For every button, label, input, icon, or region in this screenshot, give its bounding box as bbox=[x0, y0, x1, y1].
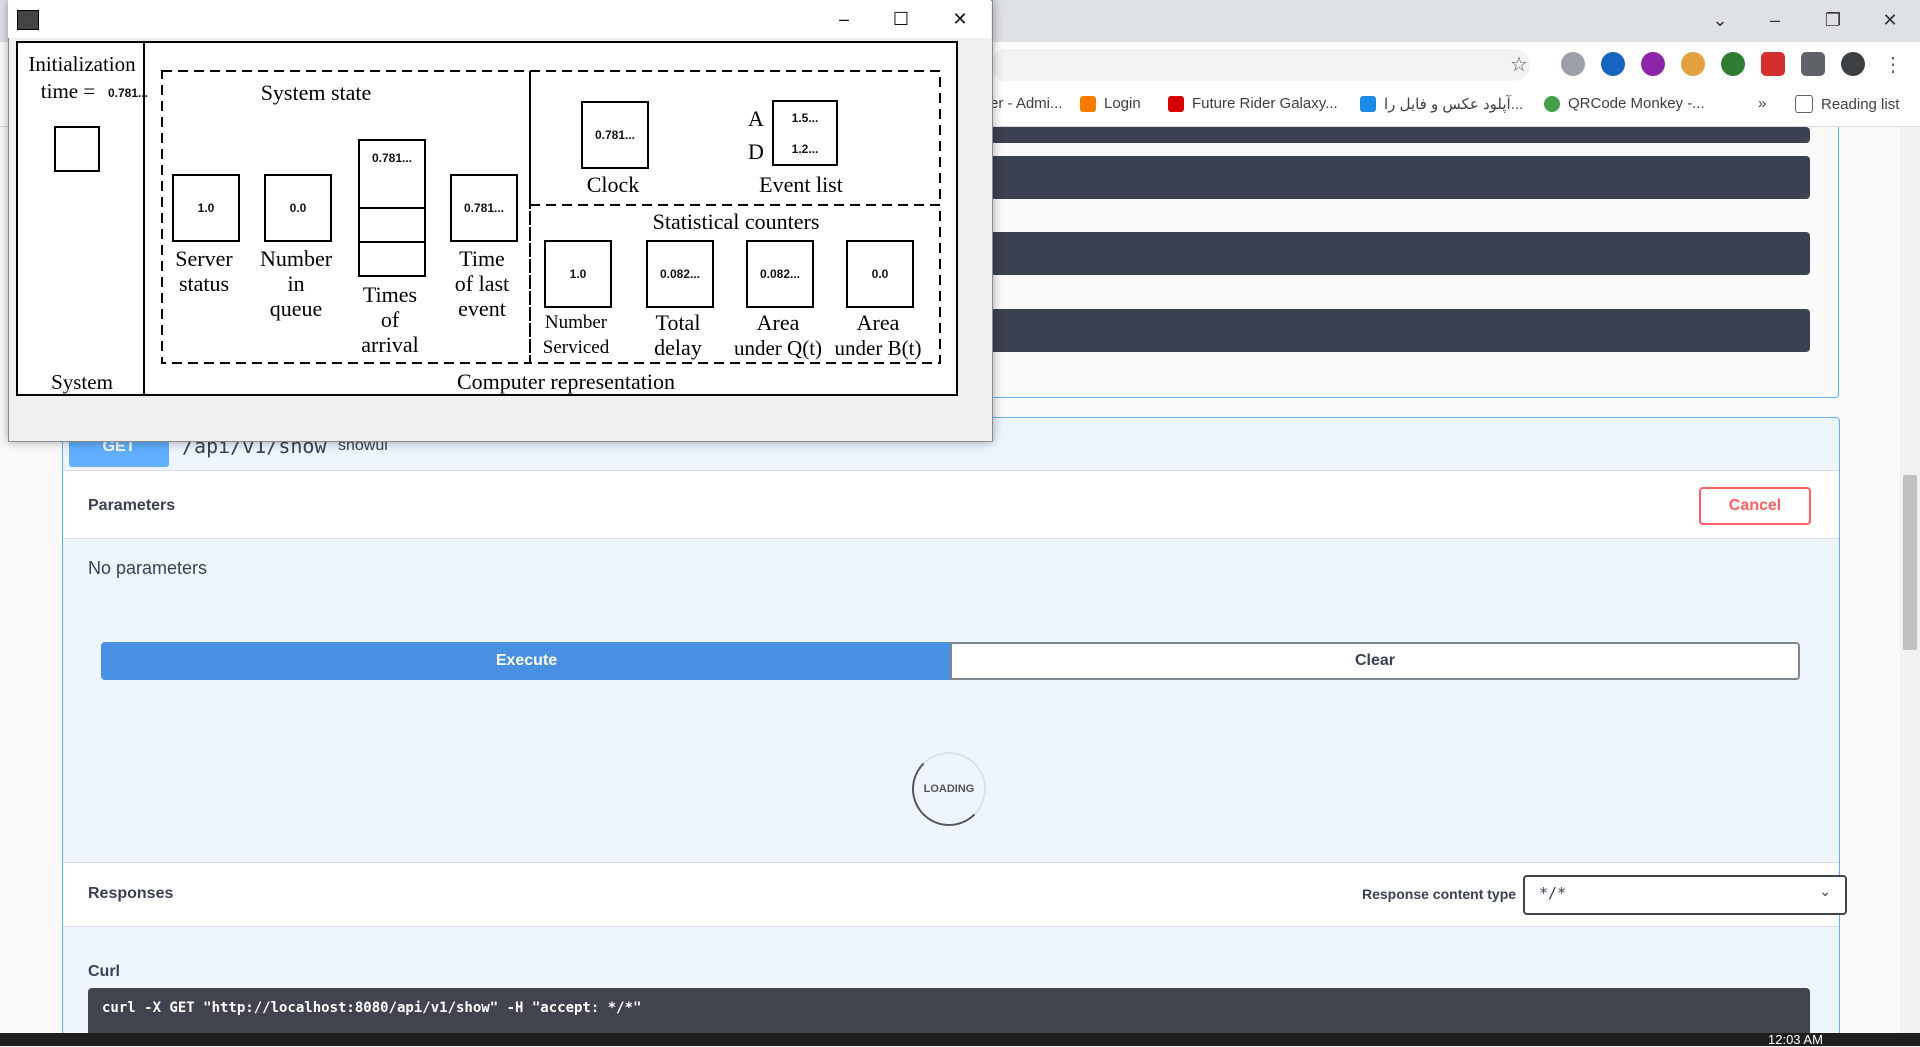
extension-blue-icon[interactable] bbox=[1601, 52, 1625, 76]
system-box bbox=[54, 126, 100, 172]
number-in-queue-box: 0.0 bbox=[264, 174, 332, 242]
collapsed-section-bar[interactable] bbox=[990, 232, 1810, 275]
time-of-last-event-label-1: Time bbox=[459, 246, 505, 271]
tab-search-icon[interactable]: ⌄ bbox=[1700, 6, 1740, 34]
system-label: System bbox=[51, 370, 113, 394]
number-in-queue-label-1: Number bbox=[259, 246, 333, 271]
minimize-icon[interactable]: – bbox=[1755, 6, 1795, 34]
response-content-type-select[interactable]: */* ⌄ bbox=[1523, 875, 1847, 915]
time-of-last-event-label-3: event bbox=[458, 296, 506, 321]
curl-title: Curl bbox=[88, 963, 120, 980]
number-serviced-label-2: Serviced bbox=[542, 337, 610, 358]
times-of-arrival-label-1: Times bbox=[362, 282, 418, 307]
event-a-label: A bbox=[748, 106, 764, 131]
reading-list-button[interactable]: Reading list bbox=[1795, 95, 1899, 113]
bookmark-upload[interactable]: آپلود عکس و فایل را... bbox=[1360, 95, 1523, 113]
collapsed-section-bar[interactable] bbox=[990, 309, 1810, 352]
execute-button[interactable]: Execute bbox=[101, 642, 952, 680]
initialization-label: Initialization bbox=[28, 52, 136, 76]
times-of-arrival-cell bbox=[358, 243, 426, 277]
window-maximize-icon[interactable]: ☐ bbox=[878, 4, 924, 34]
times-of-arrival-cell bbox=[358, 175, 426, 209]
collapsed-section-bar[interactable] bbox=[990, 127, 1810, 143]
extension-cookie-icon[interactable] bbox=[1681, 52, 1705, 76]
bookmark-upload-icon bbox=[1360, 96, 1376, 112]
extension-purple-icon[interactable] bbox=[1641, 52, 1665, 76]
bookmark-login-icon bbox=[1080, 95, 1096, 112]
event-d-box: 1.2... bbox=[772, 134, 838, 166]
simulation-diagram: Initialization time = 0.781... System Sy… bbox=[16, 41, 958, 396]
event-d-label: D bbox=[748, 139, 764, 164]
taskbar-clock[interactable]: 12:03 AM bbox=[1768, 1032, 1823, 1047]
bookmark-admin[interactable]: er - Admi... bbox=[990, 95, 1063, 112]
total-delay-label-2: delay bbox=[654, 335, 702, 360]
chevron-down-icon: ⌄ bbox=[1819, 883, 1831, 899]
total-delay-box: 0.082... bbox=[646, 240, 714, 308]
time-of-last-event-label-2: of last bbox=[454, 271, 510, 296]
close-icon[interactable]: ✕ bbox=[1870, 6, 1910, 34]
collapsed-section-bar[interactable] bbox=[990, 156, 1810, 199]
initialization-time-value: 0.781... bbox=[108, 86, 149, 100]
window-close-icon[interactable]: ✕ bbox=[937, 4, 983, 34]
curl-command: curl -X GET "http://localhost:8080/api/v… bbox=[102, 1000, 642, 1016]
clock-box: 0.781... bbox=[581, 101, 649, 169]
total-delay-label-1: Total bbox=[655, 310, 701, 335]
restore-icon[interactable]: ❐ bbox=[1813, 6, 1853, 34]
responses-title: Responses bbox=[88, 885, 174, 902]
bookmark-star-icon[interactable]: ☆ bbox=[1510, 52, 1528, 77]
profile-avatar[interactable] bbox=[1841, 52, 1865, 76]
area-under-q-box: 0.082... bbox=[746, 240, 814, 308]
area-under-q-label-2: under Q(t) bbox=[733, 336, 823, 360]
number-in-queue-label-3: queue bbox=[269, 296, 323, 321]
parameters-title: Parameters bbox=[88, 497, 176, 514]
response-content-type-value: */* bbox=[1539, 884, 1567, 902]
address-bar[interactable] bbox=[990, 49, 1530, 81]
area-under-q-label-1: Area bbox=[756, 310, 800, 335]
area-under-b-label-2: under B(t) bbox=[834, 336, 922, 360]
loading-spinner: LOADING bbox=[912, 752, 986, 826]
time-of-last-event-box: 0.781... bbox=[450, 174, 518, 242]
bookmark-future-rider[interactable]: Future Rider Galaxy... bbox=[1168, 95, 1338, 112]
window-minimize-icon[interactable]: – bbox=[821, 4, 867, 34]
extension-cloud-icon[interactable] bbox=[1561, 52, 1585, 76]
extension-red-icon[interactable] bbox=[1761, 52, 1785, 76]
computer-representation-label: Computer representation bbox=[456, 369, 676, 394]
no-parameters-text: No parameters bbox=[88, 558, 208, 578]
times-of-arrival-label-3: arrival bbox=[361, 332, 419, 357]
menu-kebab-icon[interactable]: ⋮ bbox=[1881, 52, 1905, 76]
extensions-puzzle-icon[interactable] bbox=[1801, 52, 1825, 76]
bookmarks-more-button[interactable]: » bbox=[1758, 95, 1766, 112]
number-serviced-label-1: Number bbox=[544, 312, 608, 333]
bookmark-future-rider-icon bbox=[1168, 95, 1184, 112]
bookmark-qrcode-monkey[interactable]: QRCode Monkey -... bbox=[1544, 95, 1705, 112]
response-content-type-label: Response content type bbox=[1362, 886, 1517, 902]
server-status-label-1: Server bbox=[175, 246, 233, 271]
area-under-b-box: 0.0 bbox=[846, 240, 914, 308]
times-of-arrival-box: 0.781... bbox=[358, 139, 426, 177]
taskbar bbox=[0, 1033, 1920, 1046]
event-list-label: Event list bbox=[759, 172, 843, 197]
cancel-button[interactable]: Cancel bbox=[1699, 487, 1811, 525]
scrollbar-thumb[interactable] bbox=[1903, 475, 1917, 650]
event-a-box: 1.5... bbox=[772, 100, 838, 136]
bookmark-login[interactable]: Login bbox=[1080, 95, 1141, 112]
initialization-time-label: time = bbox=[40, 79, 96, 103]
clock-label: Clock bbox=[586, 172, 640, 197]
number-in-queue-label-2: in bbox=[287, 271, 305, 296]
parameters-header bbox=[63, 470, 1839, 539]
clear-button[interactable]: Clear bbox=[950, 642, 1800, 680]
system-state-label: System state bbox=[260, 80, 372, 105]
server-status-box: 1.0 bbox=[172, 174, 240, 242]
times-of-arrival-cell bbox=[358, 209, 426, 243]
number-serviced-box: 1.0 bbox=[544, 240, 612, 308]
statistical-counters-label: Statistical counters bbox=[652, 209, 820, 234]
java-app-icon bbox=[17, 10, 39, 30]
area-under-b-label-1: Area bbox=[856, 310, 900, 335]
times-of-arrival-label-2: of bbox=[380, 307, 400, 332]
reading-list-icon bbox=[1795, 95, 1813, 113]
extension-globe-icon[interactable] bbox=[1721, 52, 1745, 76]
server-status-label-2: status bbox=[178, 271, 230, 296]
bookmark-qrcode-icon bbox=[1544, 95, 1560, 112]
